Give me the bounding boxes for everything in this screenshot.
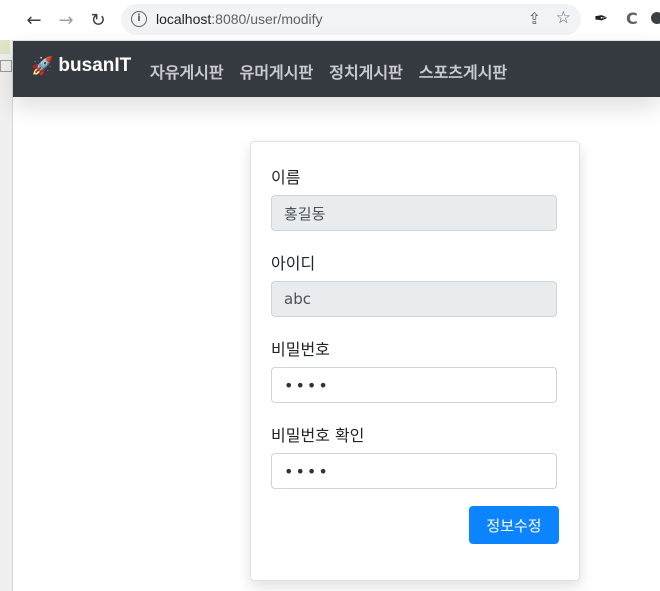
extension-c-icon[interactable]: C — [626, 9, 638, 28]
back-arrow-icon[interactable]: ← — [22, 8, 46, 32]
password-label: 비밀번호 — [271, 340, 330, 359]
name-label: 이름 — [271, 168, 301, 187]
browser-toolbar: ← → ↻ i localhost:8080/user/modify ⇪ ☆ ✒… — [0, 0, 660, 41]
id-field: abc — [271, 281, 557, 317]
nav-links: 자유게시판 유머게시판 정치게시판 스포츠게시판 — [150, 59, 507, 83]
window-edge-icon — [0, 40, 10, 54]
eyedropper-icon[interactable]: ✒ — [594, 9, 608, 29]
nav-link-free-board[interactable]: 자유게시판 — [150, 59, 224, 83]
nav-link-sports-board[interactable]: 스포츠게시판 — [419, 59, 507, 83]
brand-link[interactable]: 🚀 busanIT — [31, 55, 131, 77]
window-edge-box — [0, 60, 12, 72]
url-path: :8080/user/modify — [211, 11, 323, 27]
nav-link-humor-board[interactable]: 유머게시판 — [240, 59, 314, 83]
left-window-edge — [0, 40, 13, 591]
url-host: localhost — [156, 11, 212, 27]
address-bar[interactable]: i localhost:8080/user/modify ⇪ ☆ — [121, 4, 581, 35]
password-confirm-input[interactable]: •••• — [271, 453, 557, 489]
nav-link-politics-board[interactable]: 정치게시판 — [329, 59, 403, 83]
share-icon[interactable]: ⇪ — [528, 9, 541, 28]
url-text[interactable]: localhost:8080/user/modify — [156, 11, 323, 27]
password-confirm-label: 비밀번호 확인 — [271, 426, 365, 445]
id-label: 아이디 — [271, 254, 316, 273]
modify-form-card: 이름 홍길동 아이디 abc 비밀번호 •••• 비밀번호 확인 •••• 정보… — [250, 141, 580, 581]
reload-icon[interactable]: ↻ — [86, 8, 110, 32]
site-navbar: 🚀 busanIT 자유게시판 유머게시판 정치게시판 스포츠게시판 — [13, 41, 660, 97]
rocket-icon: 🚀 — [31, 55, 54, 76]
modify-submit-button[interactable]: 정보수정 — [469, 506, 559, 544]
info-icon[interactable]: i — [131, 11, 147, 27]
brand-label: busanIT — [58, 55, 132, 76]
forward-arrow-icon[interactable]: → — [54, 8, 78, 32]
name-field: 홍길동 — [271, 195, 557, 231]
bookmark-star-icon[interactable]: ☆ — [556, 8, 571, 28]
extension-icon[interactable] — [651, 12, 660, 24]
password-input[interactable]: •••• — [271, 367, 557, 403]
